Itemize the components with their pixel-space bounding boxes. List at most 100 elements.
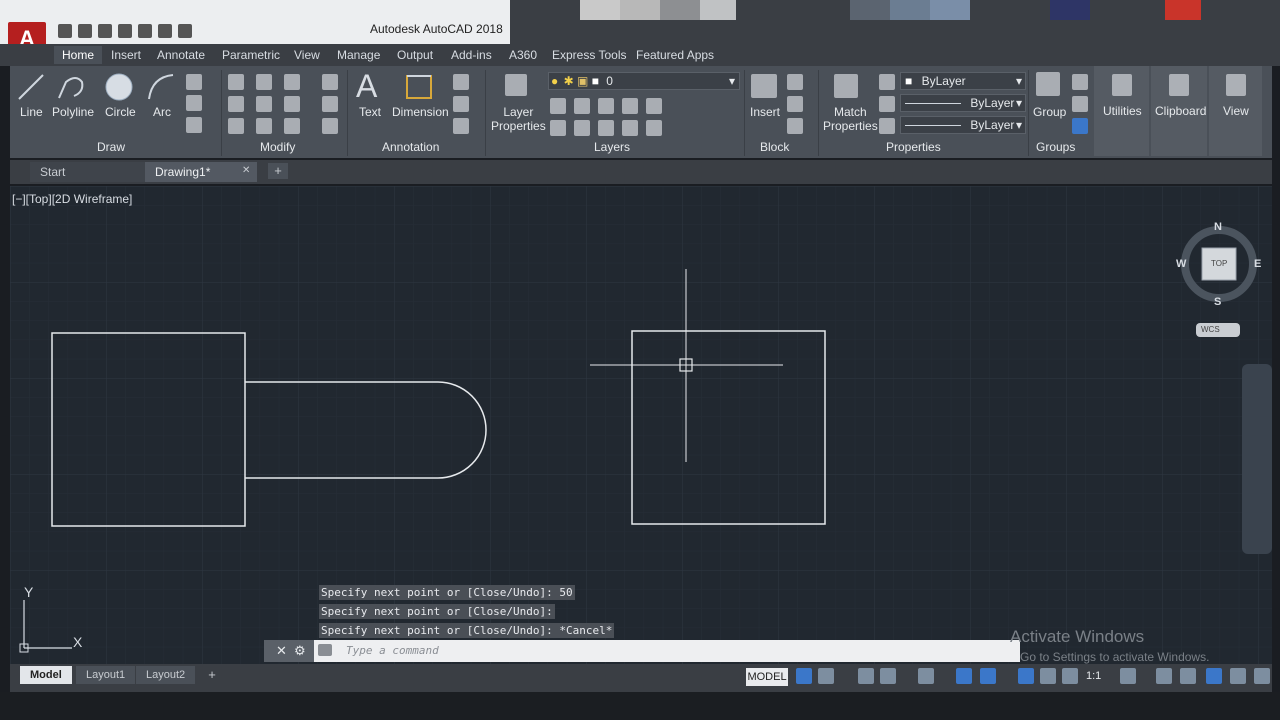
table-icon[interactable] — [453, 118, 469, 134]
region-icon[interactable] — [186, 117, 202, 133]
trim-icon[interactable] — [284, 74, 300, 90]
layout-tab-model[interactable]: Model — [20, 666, 72, 684]
layer-properties-icon[interactable] — [505, 74, 527, 96]
scale-icon[interactable] — [256, 118, 272, 134]
viewcube-east[interactable]: E — [1254, 258, 1261, 270]
wcs-menu[interactable]: WCS — [1201, 325, 1220, 334]
array-icon[interactable] — [284, 118, 300, 134]
layer-tool-icon[interactable] — [622, 98, 638, 114]
tab-insert[interactable]: Insert — [111, 48, 141, 62]
linear-dimension-icon[interactable] — [453, 74, 469, 90]
layer-tool-icon[interactable] — [646, 98, 662, 114]
arc-button-label[interactable]: Arc — [153, 105, 171, 119]
polyline-button-label[interactable]: Polyline — [52, 105, 94, 119]
match-properties-label[interactable]: Match Properties — [823, 105, 878, 133]
units-icon[interactable] — [1180, 668, 1196, 684]
draw-group-label[interactable]: Draw — [97, 140, 125, 154]
properties-group-label[interactable]: Properties — [886, 140, 941, 154]
isodraft-icon[interactable] — [918, 668, 934, 684]
layer-tool-icon[interactable] — [550, 120, 566, 136]
circle-icon[interactable] — [104, 72, 134, 102]
match-properties-icon[interactable] — [834, 74, 858, 98]
hatch-icon[interactable] — [186, 95, 202, 111]
stretch-icon[interactable] — [228, 118, 244, 134]
command-input[interactable]: Type a command — [346, 644, 439, 657]
tab-a360[interactable]: A360 — [509, 48, 537, 62]
line-button-label[interactable]: Line — [20, 105, 43, 119]
layer-properties-label[interactable]: Layer Properties — [491, 105, 546, 133]
tab-manage[interactable]: Manage — [337, 48, 380, 62]
move-icon[interactable] — [228, 74, 244, 90]
edit-block-icon[interactable] — [787, 96, 803, 112]
close-command-icon[interactable]: ✕ — [276, 643, 287, 659]
polyline-icon[interactable] — [56, 72, 86, 102]
group-icon[interactable] — [1036, 72, 1060, 96]
layout-tab-layout2[interactable]: Layout2 — [136, 666, 196, 684]
layer-tool-icon[interactable] — [598, 120, 614, 136]
ungroup-icon[interactable] — [1072, 74, 1088, 90]
clean-screen-icon[interactable] — [1230, 668, 1246, 684]
recent-commands-icon[interactable] — [318, 644, 332, 656]
tab-express-tools[interactable]: Express Tools — [552, 48, 626, 62]
drawing-canvas[interactable] — [10, 186, 1272, 664]
navigation-bar[interactable] — [1242, 364, 1272, 554]
erase-icon[interactable] — [322, 74, 338, 90]
groups-group-label[interactable]: Groups — [1036, 140, 1075, 154]
color-dropdown[interactable]: ■ ByLayer ▾ — [900, 72, 1026, 90]
tab-output[interactable]: Output — [397, 48, 433, 62]
insert-block-icon[interactable] — [751, 74, 777, 98]
viewcube-west[interactable]: W — [1176, 258, 1186, 270]
color-wheel-icon[interactable] — [879, 74, 895, 90]
linetype-dropdown[interactable]: ByLayer ▾ — [900, 94, 1026, 112]
rotate-icon[interactable] — [256, 74, 272, 90]
tab-add-ins[interactable]: Add-ins — [451, 48, 492, 62]
text-icon[interactable]: A — [356, 68, 377, 105]
new-tab-button[interactable]: + — [268, 163, 288, 179]
mirror-icon[interactable] — [256, 96, 272, 112]
layer-tool-icon[interactable] — [574, 120, 590, 136]
layer-dropdown[interactable]: ● ✱ ▣ ■ 0 ▾ — [548, 72, 740, 90]
layer-tool-icon[interactable] — [622, 120, 638, 136]
object-snap-tracking-icon[interactable] — [956, 668, 972, 684]
new-icon[interactable] — [58, 24, 72, 38]
grid-display-icon[interactable] — [796, 668, 812, 684]
group-select-icon[interactable] — [1072, 118, 1088, 134]
file-tab-start[interactable]: Start — [30, 162, 150, 182]
fillet-icon[interactable] — [284, 96, 300, 112]
group-edit-icon[interactable] — [1072, 96, 1088, 112]
isolate-objects-icon[interactable] — [1206, 668, 1222, 684]
layer-tool-icon[interactable] — [550, 98, 566, 114]
utilities-label[interactable]: Utilities — [1103, 104, 1142, 118]
layer-tool-icon[interactable] — [646, 120, 662, 136]
offset-icon[interactable] — [322, 118, 338, 134]
close-icon[interactable]: ✕ — [242, 165, 250, 176]
open-icon[interactable] — [78, 24, 92, 38]
line-icon[interactable] — [16, 72, 46, 102]
ortho-icon[interactable] — [858, 668, 874, 684]
modify-group-label[interactable]: Modify — [260, 140, 295, 154]
workspace-gear-icon[interactable] — [1120, 668, 1136, 684]
lineweight-icon[interactable] — [879, 96, 895, 112]
customize-wrench-icon[interactable]: ⚙ — [294, 643, 306, 659]
viewcube-south[interactable]: S — [1214, 296, 1221, 308]
text-button-label[interactable]: Text — [359, 105, 381, 119]
clipboard-label[interactable]: Clipboard — [1155, 104, 1206, 118]
annotation-group-label[interactable]: Annotation — [382, 140, 439, 154]
block-attribute-icon[interactable] — [787, 118, 803, 134]
annotation-scale-value[interactable]: 1:1 — [1086, 670, 1101, 682]
dimension-icon[interactable] — [404, 72, 434, 102]
save-as-icon[interactable] — [118, 24, 132, 38]
tab-view[interactable]: View — [294, 48, 320, 62]
file-tab-drawing[interactable]: Drawing1* — [145, 162, 257, 182]
rectangle-icon[interactable] — [186, 74, 202, 90]
leader-icon[interactable] — [453, 96, 469, 112]
layer-tool-icon[interactable] — [598, 98, 614, 114]
copy-icon[interactable] — [228, 96, 244, 112]
save-icon[interactable] — [98, 24, 112, 38]
model-space-toggle[interactable]: MODEL — [746, 668, 788, 686]
list-icon[interactable] — [879, 118, 895, 134]
arc-icon[interactable] — [146, 72, 176, 102]
auto-scale-icon[interactable] — [1040, 668, 1056, 684]
viewport-controls-label[interactable]: [−][Top][2D Wireframe] — [12, 192, 132, 206]
layers-group-label[interactable]: Layers — [594, 140, 630, 154]
